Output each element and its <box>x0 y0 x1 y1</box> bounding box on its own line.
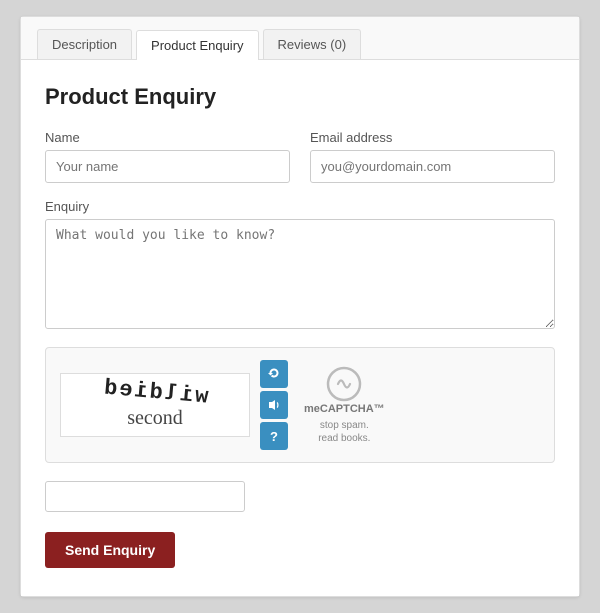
page-title: Product Enquiry <box>45 84 555 110</box>
product-enquiry-card: Description Product Enquiry Reviews (0) … <box>20 16 580 597</box>
enquiry-textarea[interactable] <box>45 219 555 329</box>
email-input[interactable] <box>310 150 555 183</box>
mecaptcha-logo: meCAPTCHA™ stop spam. read books. <box>304 365 385 445</box>
captcha-input[interactable] <box>45 481 245 512</box>
name-label: Name <box>45 130 290 145</box>
tab-reviews[interactable]: Reviews (0) <box>263 29 362 59</box>
enquiry-label: Enquiry <box>45 199 555 214</box>
captcha-controls: ? <box>260 360 288 450</box>
tab-product-enquiry[interactable]: Product Enquiry <box>136 30 259 60</box>
captcha-image: wildied second <box>60 373 250 437</box>
help-icon: ? <box>270 429 278 444</box>
enquiry-group: Enquiry <box>45 199 555 329</box>
captcha-word2: second <box>71 407 239 430</box>
captcha-section: wildied second ? <box>45 347 555 463</box>
stop-spam-text: stop spam. read books. <box>318 419 370 445</box>
mecaptcha-icon <box>325 365 363 403</box>
form-content: Product Enquiry Name Email address Enqui… <box>21 60 579 596</box>
captcha-audio-button[interactable] <box>260 391 288 419</box>
name-group: Name <box>45 130 290 183</box>
tab-bar: Description Product Enquiry Reviews (0) <box>21 17 579 60</box>
email-label: Email address <box>310 130 555 145</box>
mecaptcha-label: meCAPTCHA™ <box>304 403 385 415</box>
email-group: Email address <box>310 130 555 183</box>
tab-description[interactable]: Description <box>37 29 132 59</box>
captcha-help-button[interactable]: ? <box>260 422 288 450</box>
name-email-row: Name Email address <box>45 130 555 183</box>
name-input[interactable] <box>45 150 290 183</box>
send-enquiry-button[interactable]: Send Enquiry <box>45 532 175 568</box>
captcha-input-row <box>45 481 555 512</box>
captcha-word1: wildied <box>101 375 209 409</box>
captcha-refresh-button[interactable] <box>260 360 288 388</box>
